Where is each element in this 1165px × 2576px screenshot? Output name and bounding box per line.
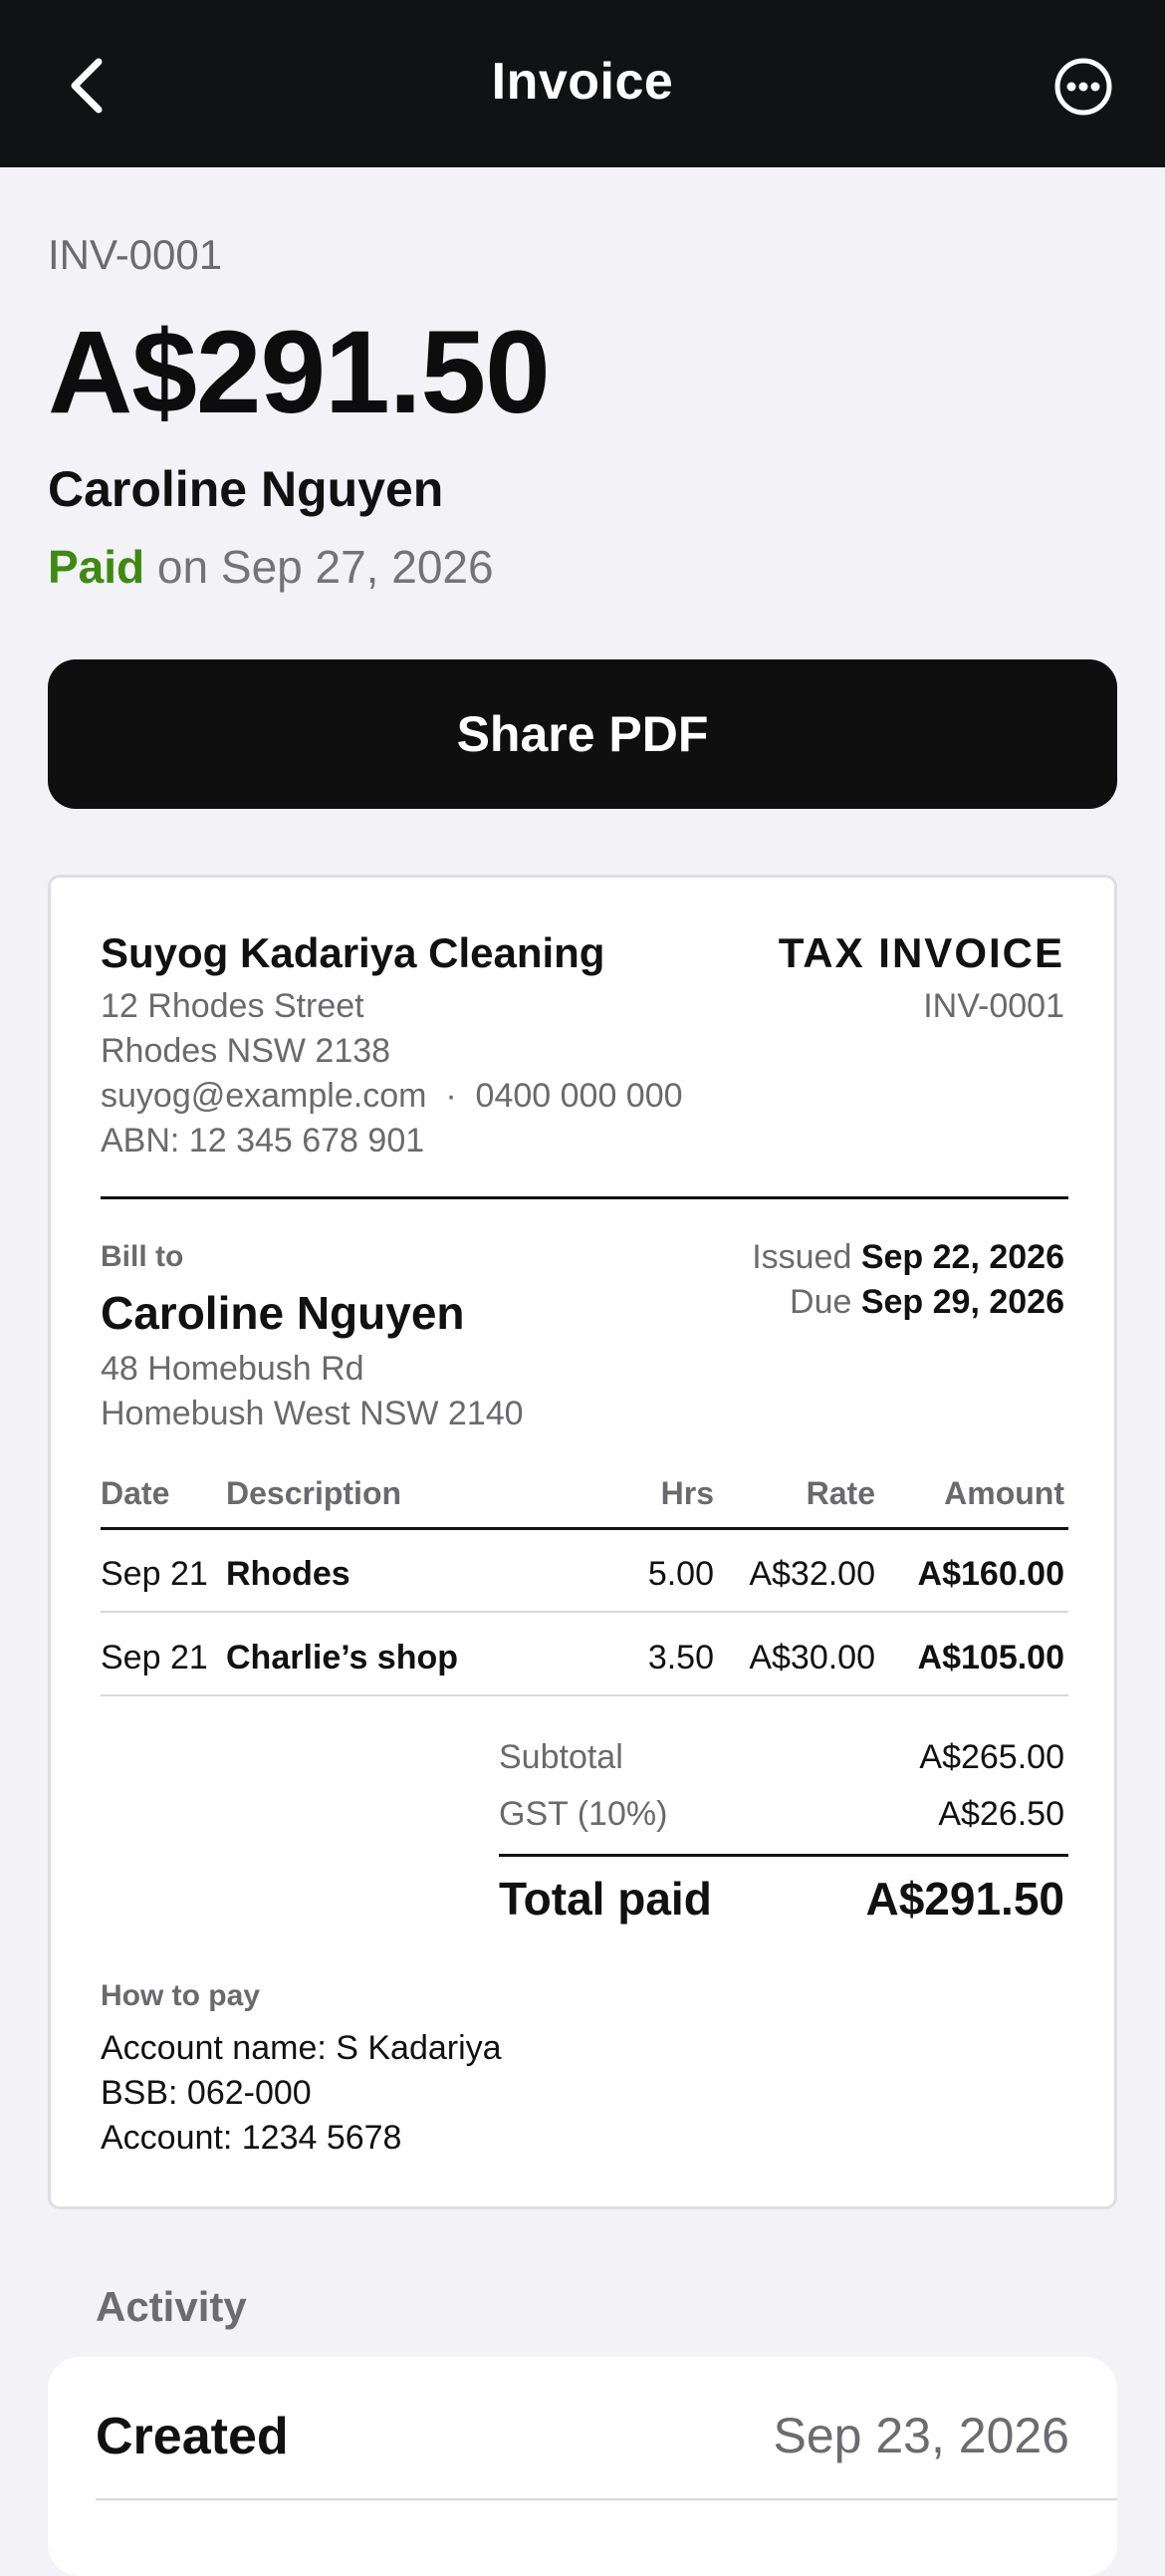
issued-label: Issued bbox=[752, 1238, 852, 1276]
row-rate: A$32.00 bbox=[749, 1555, 875, 1593]
due-date-line: Due Sep 29, 2026 bbox=[790, 1283, 1064, 1322]
column-header-hrs: Hrs bbox=[660, 1475, 714, 1511]
activity-date: Sep 23, 2026 bbox=[773, 2408, 1070, 2463]
issued-date: Sep 22, 2026 bbox=[860, 1238, 1064, 1276]
nav-bar: Invoice bbox=[0, 0, 1165, 167]
account-number: Account: 1234 5678 bbox=[101, 2119, 402, 2157]
column-header-amount: Amount bbox=[944, 1475, 1064, 1511]
document-number: INV-0001 bbox=[923, 987, 1064, 1025]
issued-date-line: Issued Sep 22, 2026 bbox=[752, 1238, 1064, 1277]
business-contact: suyog@example.com · 0400 000 000 bbox=[101, 1077, 683, 1115]
more-options-button[interactable] bbox=[1053, 57, 1113, 117]
status-badge: Paid bbox=[48, 541, 145, 593]
row-amount: A$105.00 bbox=[917, 1639, 1064, 1676]
table-header-divider bbox=[101, 1527, 1068, 1530]
total-paid-value: A$291.50 bbox=[865, 1873, 1065, 1925]
total-paid-label: Total paid bbox=[499, 1873, 712, 1925]
subtotal-label: Subtotal bbox=[499, 1738, 623, 1776]
row-hrs: 3.50 bbox=[647, 1639, 714, 1676]
row-description: Rhodes bbox=[226, 1555, 350, 1593]
business-abn: ABN: 12 345 678 901 bbox=[101, 1122, 425, 1159]
bill-to-name: Caroline Nguyen bbox=[101, 1287, 465, 1339]
column-header-description: Description bbox=[226, 1475, 402, 1511]
row-date: Sep 21 bbox=[101, 1555, 208, 1593]
business-name: Suyog Kadariya Cleaning bbox=[101, 929, 605, 976]
row-date: Sep 21 bbox=[101, 1639, 208, 1676]
row-amount: A$160.00 bbox=[917, 1555, 1064, 1593]
document-title: TAX INVOICE bbox=[778, 929, 1064, 976]
business-address-line-2: Rhodes NSW 2138 bbox=[101, 1032, 391, 1070]
row-divider bbox=[101, 1611, 1068, 1613]
page-title: Invoice bbox=[491, 53, 674, 111]
invoice-document: Suyog Kadariya Cleaning 12 Rhodes Street… bbox=[48, 875, 1117, 2209]
bill-to-label: Bill to bbox=[101, 1240, 184, 1273]
due-date: Sep 29, 2026 bbox=[860, 1283, 1064, 1321]
divider bbox=[101, 1196, 1068, 1199]
activity-heading: Activity bbox=[96, 2283, 247, 2330]
row-divider bbox=[101, 1694, 1068, 1696]
row-hrs: 5.00 bbox=[647, 1555, 714, 1593]
gst-label: GST (10%) bbox=[499, 1795, 668, 1833]
column-header-rate: Rate bbox=[806, 1475, 875, 1511]
divider bbox=[96, 2498, 1117, 2500]
bill-to-address-line-2: Homebush West NSW 2140 bbox=[101, 1395, 524, 1432]
row-description: Charlie’s shop bbox=[226, 1639, 459, 1676]
ellipsis-circle-icon bbox=[1054, 58, 1112, 116]
subtotal-value: A$265.00 bbox=[919, 1738, 1064, 1776]
bsb: BSB: 062-000 bbox=[101, 2074, 312, 2112]
invoice-amount: A$291.50 bbox=[48, 307, 551, 438]
due-label: Due bbox=[790, 1283, 852, 1321]
client-name: Caroline Nguyen bbox=[48, 461, 444, 517]
business-address-line-1: 12 Rhodes Street bbox=[101, 987, 364, 1025]
column-header-date: Date bbox=[101, 1475, 170, 1511]
activity-list: Created Sep 23, 2026 bbox=[48, 2357, 1117, 2576]
invoice-number: INV-0001 bbox=[48, 231, 223, 278]
share-pdf-button[interactable]: Share PDF bbox=[48, 659, 1117, 809]
totals-divider bbox=[499, 1854, 1068, 1857]
activity-event: Created bbox=[96, 2408, 289, 2465]
status-date: on Sep 27, 2026 bbox=[144, 541, 494, 593]
bill-to-address-line-1: 48 Homebush Rd bbox=[101, 1350, 364, 1388]
account-name: Account name: S Kadariya bbox=[101, 2029, 502, 2067]
payment-status: Paid on Sep 27, 2026 bbox=[48, 540, 494, 594]
row-rate: A$30.00 bbox=[749, 1639, 875, 1676]
how-to-pay-label: How to pay bbox=[101, 1979, 261, 2012]
gst-value: A$26.50 bbox=[938, 1795, 1064, 1833]
